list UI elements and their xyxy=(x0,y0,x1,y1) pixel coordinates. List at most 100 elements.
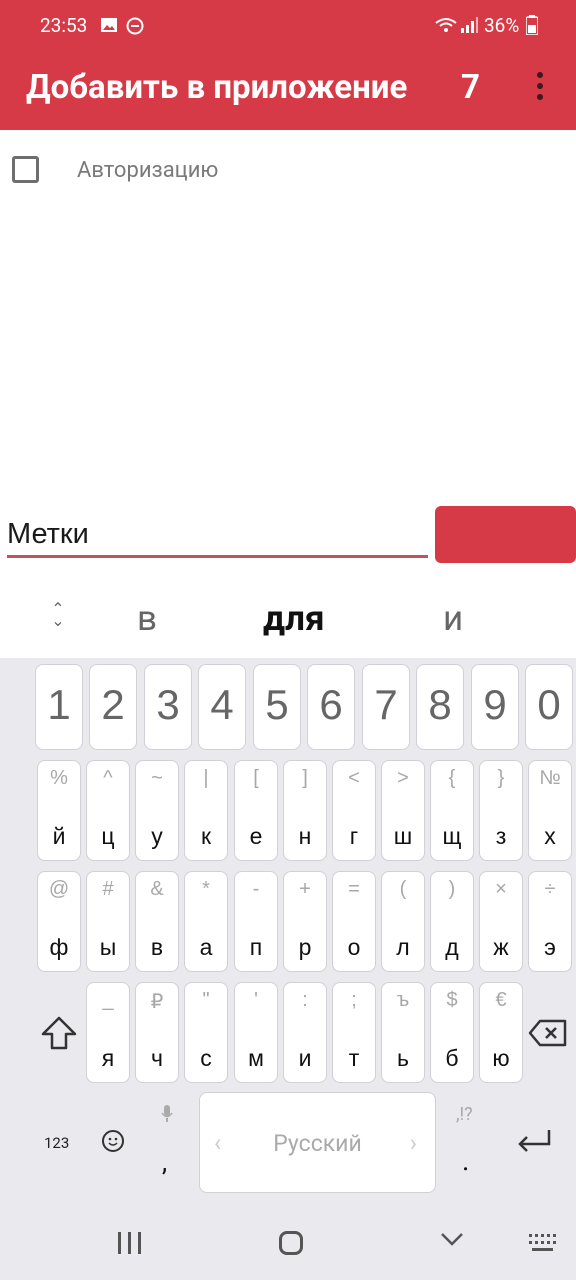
key-ь[interactable]: ъь xyxy=(381,982,425,1083)
key-letter: ь xyxy=(397,1045,409,1071)
key-ы[interactable]: # ы xyxy=(86,871,130,972)
key-т[interactable]: ; т xyxy=(332,982,376,1083)
key-а[interactable]: * а xyxy=(184,871,228,972)
suggestion-2[interactable]: для xyxy=(263,598,325,639)
key-э[interactable]: ÷ э xyxy=(528,871,572,972)
key-р[interactable]: + р xyxy=(283,871,327,972)
expand-vertical-icon[interactable]: ⌃ ⌄ xyxy=(48,601,68,631)
key-letter: н xyxy=(298,823,312,849)
key-letter: э xyxy=(544,934,556,960)
dnd-icon xyxy=(126,17,144,35)
key-symbol: × xyxy=(495,878,507,900)
chevron-right-icon: › xyxy=(409,1129,417,1157)
key-label: 0 xyxy=(537,681,561,728)
suggestion-1[interactable]: в xyxy=(137,598,157,639)
key-letter: ц xyxy=(101,823,115,849)
key-letter: г xyxy=(349,823,359,849)
key-1[interactable]: 1 xyxy=(35,664,83,750)
key-letter: м xyxy=(248,1045,264,1071)
add-button[interactable] xyxy=(435,506,576,563)
key-2[interactable]: 2 xyxy=(89,664,137,750)
key-в[interactable]: & в xyxy=(135,871,179,972)
key-л[interactable]: (л xyxy=(381,871,425,972)
key-8[interactable]: 8 xyxy=(416,664,464,750)
key-3[interactable]: 3 xyxy=(144,664,192,750)
key-label: 3 xyxy=(156,681,180,728)
key-label: 6 xyxy=(319,681,343,728)
key-с[interactable]: " с xyxy=(184,982,228,1083)
emoji-icon[interactable] xyxy=(102,1130,124,1152)
key-label: 7 xyxy=(374,681,398,728)
key-symbol: [ xyxy=(253,767,259,789)
key-ч[interactable]: ₽ ч xyxy=(135,982,179,1083)
key-п[interactable]: -п xyxy=(234,871,278,972)
symbols-key[interactable]: 123 xyxy=(44,1134,69,1152)
key-letter: й xyxy=(52,823,66,849)
key-letter: х xyxy=(544,823,556,849)
key-м[interactable]: ' м xyxy=(234,982,278,1083)
key-н[interactable]: ] н xyxy=(283,760,327,861)
backspace-icon[interactable] xyxy=(528,1018,568,1048)
key-и[interactable]: :и xyxy=(283,982,327,1083)
key-4[interactable]: 4 xyxy=(198,664,246,750)
wifi-icon xyxy=(435,18,457,32)
key-symbol: ) xyxy=(448,878,456,900)
key-я[interactable]: _ я xyxy=(86,982,130,1083)
key-symbol: - xyxy=(252,878,260,900)
key-6[interactable]: 6 xyxy=(307,664,355,750)
key-symbol: ' xyxy=(254,989,258,1011)
comma-key[interactable]: , xyxy=(162,1148,167,1178)
suggestion-3[interactable]: и xyxy=(443,598,463,639)
key-symbol: " xyxy=(202,989,210,1011)
key-label: 4 xyxy=(210,681,234,728)
key-е[interactable]: [е xyxy=(234,760,278,861)
key-б[interactable]: $ б xyxy=(430,982,474,1083)
battery-icon xyxy=(526,15,538,35)
key-symbol: # xyxy=(102,878,114,900)
item-checkbox[interactable] xyxy=(12,156,39,183)
key-ц[interactable]: ^ ц xyxy=(86,760,130,861)
period-key[interactable]: . xyxy=(462,1144,469,1177)
recents-icon[interactable] xyxy=(118,1232,142,1254)
key-letter: ю xyxy=(492,1045,510,1071)
key-5[interactable]: 5 xyxy=(253,664,301,750)
space-key[interactable]: ‹ Русский › xyxy=(199,1092,436,1193)
key-symbol: € xyxy=(495,989,507,1011)
key-к[interactable]: | к xyxy=(184,760,228,861)
home-icon[interactable] xyxy=(279,1231,303,1255)
key-з[interactable]: } з xyxy=(479,760,523,861)
key-7[interactable]: 7 xyxy=(362,664,410,750)
key-letter: е xyxy=(249,823,263,849)
key-й[interactable]: % й xyxy=(37,760,81,861)
key-щ[interactable]: {щ xyxy=(430,760,474,861)
key-ж[interactable]: × ж xyxy=(479,871,523,972)
key-symbol: ] xyxy=(302,767,308,789)
key-у[interactable]: ~ у xyxy=(135,760,179,861)
back-icon[interactable] xyxy=(440,1232,464,1246)
key-symbol: $ xyxy=(446,989,458,1011)
key-letter: ч xyxy=(151,1045,163,1071)
key-letter: а xyxy=(199,934,213,960)
key-letter: з xyxy=(495,823,507,849)
key-ю[interactable]: € ю xyxy=(479,982,523,1083)
key-letter: ф xyxy=(49,934,69,960)
key-ф[interactable]: @ ф xyxy=(37,871,81,972)
key-symbol: + xyxy=(299,878,311,900)
key-label: 2 xyxy=(101,681,125,728)
key-д[interactable]: ) д xyxy=(430,871,474,972)
punctuation-hint: ,!? xyxy=(456,1104,473,1125)
key-х[interactable]: № х xyxy=(528,760,572,861)
key-г[interactable]: < г xyxy=(332,760,376,861)
key-ш[interactable]: > ш xyxy=(381,760,425,861)
tags-input[interactable] xyxy=(7,514,428,558)
key-symbol: ^ xyxy=(103,767,113,789)
key-9[interactable]: 9 xyxy=(471,664,519,750)
more-vert-icon[interactable] xyxy=(532,72,548,102)
key-letter: к xyxy=(200,823,212,849)
shift-icon[interactable] xyxy=(40,1015,78,1051)
mic-icon xyxy=(161,1105,173,1122)
enter-icon[interactable] xyxy=(516,1126,552,1158)
keyboard-icon[interactable] xyxy=(528,1233,558,1253)
key-0[interactable]: 0 xyxy=(525,664,573,750)
key-о[interactable]: = о xyxy=(332,871,376,972)
